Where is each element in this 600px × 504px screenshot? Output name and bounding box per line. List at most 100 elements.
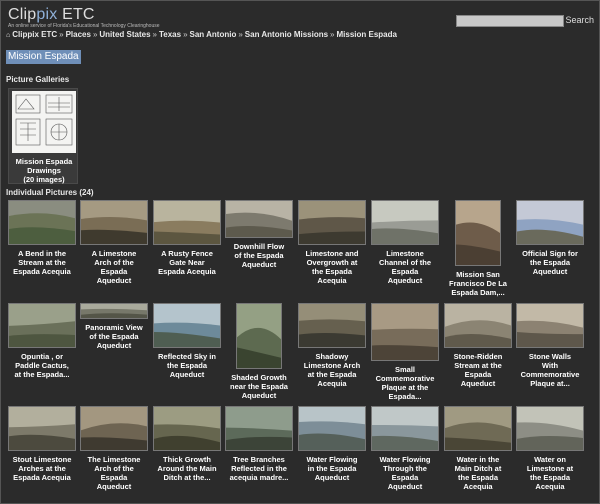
- picture-thumbnail[interactable]: [225, 200, 293, 238]
- photo-image: [81, 407, 147, 450]
- caption-line: Acequia: [317, 276, 347, 285]
- picture-caption[interactable]: Water in the Main Ditch at the Espada Acequ…: [443, 455, 513, 491]
- picture-caption[interactable]: Thick Growth Around the Main Ditch at the.…: [152, 455, 222, 482]
- caption-line: Ditch at the...: [163, 473, 211, 482]
- caption-line: Arches at the: [18, 464, 66, 473]
- picture-thumbnail[interactable]: [8, 303, 76, 348]
- caption-line: Commemorative: [520, 370, 580, 379]
- caption-line: Panoramic View: [85, 323, 143, 332]
- picture-thumbnail[interactable]: [298, 200, 366, 245]
- caption-line: Shaded Growth: [231, 373, 287, 382]
- picture-thumbnail[interactable]: [516, 406, 584, 451]
- caption-line: Espada Acequia: [13, 267, 71, 276]
- caption-line: Water Flowing: [306, 455, 358, 464]
- photo-image: [372, 304, 438, 360]
- picture-thumbnail[interactable]: [153, 303, 221, 348]
- caption-line: Main Ditch at: [454, 464, 502, 473]
- logo-wordmark: Clippix ETC: [8, 6, 95, 23]
- caption-line: of the Espada: [89, 332, 139, 341]
- picture-thumbnail[interactable]: [298, 303, 366, 348]
- picture-caption[interactable]: Stone-Ridden Stream at the Espada Aqueduct: [443, 352, 513, 388]
- picture-caption[interactable]: Shaded Growth near the Espada Aqueduct: [224, 373, 294, 400]
- picture-thumbnail[interactable]: [153, 406, 221, 451]
- caption-line: Through the: [383, 464, 427, 473]
- caption-line: of the Espada: [234, 251, 284, 260]
- picture-caption[interactable]: Water Flowing in the Espada Aqueduct: [297, 455, 367, 482]
- caption-line: Espada Acequia: [13, 473, 71, 482]
- picture-thumbnail[interactable]: [80, 406, 148, 451]
- picture-thumbnail[interactable]: [298, 406, 366, 451]
- caption-line: the Espada: [457, 473, 498, 482]
- picture-thumbnail[interactable]: [236, 303, 282, 369]
- caption-line: Stone-Ridden: [453, 352, 503, 361]
- picture-caption[interactable]: The Limestone Arch of the Espada Aqueduct: [79, 455, 149, 491]
- breadcrumb-link-places[interactable]: Places: [66, 30, 91, 39]
- picture-caption[interactable]: Panoramic View of the Espada Aqueduct: [79, 323, 149, 350]
- breadcrumb-link-texas[interactable]: Texas: [159, 30, 181, 39]
- breadcrumb-link-united-states[interactable]: United States: [99, 30, 150, 39]
- photo-image: [299, 201, 365, 244]
- picture-thumbnail[interactable]: [516, 200, 584, 245]
- photo-image: [226, 201, 292, 237]
- picture-thumbnail[interactable]: [516, 303, 584, 348]
- caption-line: Official Sign for: [522, 249, 578, 258]
- picture-thumbnail[interactable]: [225, 406, 293, 451]
- caption-line: A Rusty Fence: [161, 249, 213, 258]
- photo-image: [445, 304, 511, 347]
- caption-line: Tree Branches: [233, 455, 285, 464]
- picture-thumbnail[interactable]: [444, 406, 512, 451]
- picture-caption[interactable]: Limestone and Overgrowth at the Espada Aceq…: [297, 249, 367, 285]
- picture-thumbnail[interactable]: [8, 200, 76, 245]
- caption-line: Aqueduct: [241, 260, 277, 269]
- pictures-section-heading: Individual Pictures (24): [6, 188, 94, 197]
- picture-thumbnail[interactable]: [371, 406, 439, 451]
- picture-thumbnail[interactable]: [8, 406, 76, 451]
- breadcrumb-link-san-antonio[interactable]: San Antonio: [190, 30, 237, 39]
- caption-line: Aqueduct: [241, 391, 277, 400]
- picture-caption[interactable]: Downhill Flow of the Espada Aqueduct: [224, 242, 294, 269]
- picture-caption[interactable]: Stout Limestone Arches at the Espada Acequ…: [7, 455, 77, 482]
- caption-line: Opuntia , or: [20, 352, 64, 361]
- breadcrumb-link-clippix[interactable]: Clippix ETC: [12, 30, 57, 39]
- caption-line: Acequia: [535, 482, 565, 491]
- picture-caption[interactable]: Shadowy Limestone Arch at the Espada Acequi…: [297, 352, 367, 388]
- picture-caption[interactable]: A Rusty Fence Gate Near Espada Acequia: [152, 249, 222, 276]
- picture-caption[interactable]: Tree Branches Reflected in the acequia mad…: [224, 455, 294, 482]
- picture-caption[interactable]: Water Flowing Through the Espada Aqueduct: [370, 455, 440, 491]
- picture-caption[interactable]: A Bend in the Stream at the Espada Acequia: [7, 249, 77, 276]
- caption-line: in the Espada: [307, 464, 357, 473]
- search-input[interactable]: [456, 15, 564, 27]
- picture-caption[interactable]: Official Sign for the Espada Aqueduct: [515, 249, 585, 276]
- breadcrumb-link-san-antonio-missions[interactable]: San Antonio Missions: [245, 30, 328, 39]
- picture-thumbnail[interactable]: [455, 200, 501, 266]
- caption-line: Espada Acequia: [158, 267, 216, 276]
- picture-caption[interactable]: A Limestone Arch of the Espada Aqueduct: [79, 249, 149, 285]
- drawings-thumbnail-image: [12, 91, 76, 153]
- picture-thumbnail[interactable]: [80, 200, 148, 245]
- picture-thumbnail[interactable]: [444, 303, 512, 348]
- caption-line: Reflected in the: [231, 464, 287, 473]
- picture-thumbnail[interactable]: [371, 200, 439, 245]
- photo-image: [372, 407, 438, 450]
- caption-line: Espada Dam,...: [451, 288, 505, 297]
- picture-caption[interactable]: Opuntia , or Paddle Cactus, at the Espada.…: [7, 352, 77, 379]
- caption-line: Aqueduct: [96, 276, 132, 285]
- gallery-caption: Mission Espada Drawings (20 images): [15, 157, 73, 184]
- picture-thumbnail[interactable]: [371, 303, 439, 361]
- picture-caption[interactable]: Stone Walls With Commemorative Plaque at...: [515, 352, 585, 388]
- picture-caption[interactable]: Reflected Sky in the Espada Aqueduct: [152, 352, 222, 379]
- picture-caption[interactable]: Water on Limestone at the Espada Acequia: [515, 455, 585, 491]
- picture-caption[interactable]: Limestone Channel of the Espada Aqueduct: [370, 249, 440, 285]
- picture-thumbnail[interactable]: [153, 200, 221, 245]
- photo-image: [517, 407, 583, 450]
- caption-line: Aqueduct: [387, 276, 423, 285]
- gallery-card-drawings[interactable]: Mission Espada Drawings (20 images): [8, 88, 78, 184]
- site-logo[interactable]: Clippix ETC An online service of Florida…: [8, 6, 160, 30]
- photo-image: [9, 304, 75, 347]
- search-button[interactable]: Search: [565, 15, 594, 25]
- breadcrumb-link-mission-espada[interactable]: Mission Espada: [337, 30, 397, 39]
- picture-thumbnail[interactable]: [80, 303, 148, 319]
- caption-line: Limestone: [386, 249, 424, 258]
- picture-caption[interactable]: Small Commemorative Plaque at the Espada...: [370, 365, 440, 401]
- picture-caption[interactable]: Mission San Francisco De La Espada Dam,...: [443, 270, 513, 297]
